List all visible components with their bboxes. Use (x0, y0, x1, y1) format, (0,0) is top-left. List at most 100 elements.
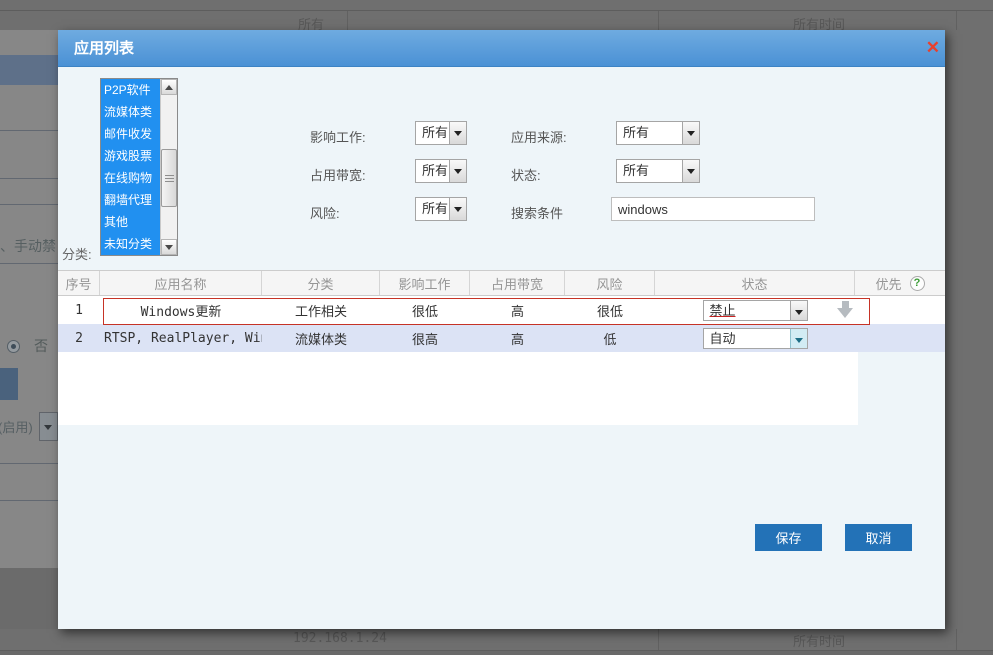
bandwidth-label: 占用带宽: (310, 165, 366, 184)
chevron-down-icon (449, 122, 466, 144)
select-value: 所有 (416, 198, 449, 220)
select-value: 所有 (416, 122, 449, 144)
cell-risk: 低 (565, 324, 655, 352)
risk-select[interactable]: 所有 (415, 197, 467, 221)
bandwidth-select[interactable]: 所有 (415, 159, 467, 183)
header-app-name: 应用名称 (100, 271, 262, 295)
source-select[interactable]: 所有 (616, 121, 700, 145)
bg-divider (0, 130, 58, 131)
chevron-down-icon (449, 160, 466, 182)
list-item[interactable]: 其他 (101, 211, 160, 233)
bg-ip-cell: 192.168.1.24 (293, 631, 387, 646)
bg-divider (0, 500, 58, 501)
cell-status: 自动 (655, 324, 855, 352)
priority-down-arrow-icon[interactable] (837, 301, 854, 319)
select-value: 禁止 (704, 301, 790, 320)
bg-divider (0, 204, 58, 205)
help-icon[interactable]: ? (910, 276, 925, 291)
cell-priority (855, 296, 945, 324)
bg-column-divider (956, 629, 957, 650)
chevron-down-icon (790, 329, 807, 348)
cancel-button[interactable]: 取消 (845, 524, 912, 551)
source-label: 应用来源: (511, 127, 567, 146)
cell-risk: 很低 (565, 296, 655, 324)
bg-column-divider (347, 11, 348, 30)
impact-label: 影响工作: (310, 127, 366, 146)
list-item[interactable]: 游戏股票 (101, 145, 160, 167)
search-input[interactable] (611, 197, 815, 221)
chevron-down-icon (682, 122, 699, 144)
status-label: 状态: (511, 165, 541, 184)
cell-impact: 很低 (380, 296, 470, 324)
grip-icon (165, 175, 174, 176)
grip-icon (165, 181, 174, 182)
cell-bandwidth: 高 (470, 324, 565, 352)
bg-divider (0, 10, 993, 11)
list-item[interactable]: 在线购物 (101, 167, 160, 189)
scrollbar-thumb[interactable] (161, 149, 177, 207)
select-value: 所有 (617, 160, 682, 182)
bg-dropdown-value: (启用) (0, 417, 40, 436)
app-list-dialog: 应用列表 ✕ 分类: P2P软件 流媒体类 邮件收发 游戏股票 在线购物 翻墙代… (58, 30, 945, 629)
chevron-down-icon (790, 301, 807, 320)
radio-button[interactable] (7, 340, 20, 353)
table-body-area (58, 352, 858, 425)
header-index: 序号 (58, 271, 100, 295)
cell-category: 工作相关 (262, 296, 380, 324)
bg-divider (0, 263, 58, 264)
chevron-down-icon (44, 425, 52, 430)
dialog-titlebar: 应用列表 ✕ (58, 30, 945, 67)
save-button[interactable]: 保存 (755, 524, 822, 551)
cell-bandwidth: 高 (470, 296, 565, 324)
cell-app-name: Windows更新 (100, 296, 262, 324)
chevron-down-icon (682, 160, 699, 182)
bg-button-fragment[interactable] (0, 368, 18, 400)
row-status-select[interactable]: 自动 (703, 328, 808, 349)
header-priority-label: 优先 (875, 274, 901, 293)
bg-time-cell: 所有时间 (793, 631, 845, 650)
scroll-down-button[interactable] (161, 239, 177, 255)
bg-left-panel (0, 30, 58, 568)
cell-impact: 很高 (380, 324, 470, 352)
cell-status: 禁止 (655, 296, 855, 324)
bg-divider (0, 463, 58, 464)
bg-column-divider (956, 11, 957, 30)
list-item[interactable]: 流媒体类 (101, 101, 160, 123)
arrow-stem (842, 301, 849, 308)
table-row[interactable]: 2 RTSP, RealPlayer, Wind… 流媒体类 很高 高 低 自动 (58, 324, 945, 352)
page: 所有 所有时间 、手动禁 否 (启用) 192.168.1.24 所有时间 应用… (0, 0, 993, 655)
bg-column-divider (658, 629, 659, 650)
list-item[interactable]: P2P软件 (101, 79, 160, 101)
scroll-up-button[interactable] (161, 79, 177, 95)
listbox-scrollbar[interactable] (160, 79, 177, 255)
cell-priority (855, 324, 945, 352)
cell-category: 流媒体类 (262, 324, 380, 352)
category-listbox[interactable]: P2P软件 流媒体类 邮件收发 游戏股票 在线购物 翻墙代理 其他 未知分类 (100, 78, 178, 256)
list-item[interactable]: 翻墙代理 (101, 189, 160, 211)
list-item[interactable]: 邮件收发 (101, 123, 160, 145)
header-risk: 风险 (565, 271, 655, 295)
arrow-head (837, 308, 853, 318)
bg-column-divider (658, 11, 659, 30)
header-priority: 优先 ? (855, 271, 945, 295)
table-header: 序号 应用名称 分类 影响工作 占用带宽 风险 状态 优先 ? (58, 270, 945, 296)
triangle-up-icon (165, 85, 173, 90)
impact-select[interactable]: 所有 (415, 121, 467, 145)
list-item[interactable]: 未知分类 (101, 233, 160, 255)
table-row[interactable]: 1 Windows更新 工作相关 很低 高 很低 禁止 (58, 296, 945, 324)
header-category: 分类 (262, 271, 380, 295)
status-select[interactable]: 所有 (616, 159, 700, 183)
search-label: 搜索条件 (511, 203, 563, 222)
select-value: 所有 (416, 160, 449, 182)
category-label: 分类: (62, 244, 92, 263)
triangle-down-icon (165, 245, 173, 250)
bg-divider (0, 178, 58, 179)
bg-radio-label: 否 (34, 336, 48, 356)
cell-app-name: RTSP, RealPlayer, Wind… (100, 324, 262, 352)
bg-dropdown-button[interactable] (39, 412, 58, 441)
dialog-title: 应用列表 (74, 30, 134, 67)
row-status-select[interactable]: 禁止 (703, 300, 808, 321)
chevron-down-icon (449, 198, 466, 220)
bg-header-bar (0, 55, 58, 85)
close-icon[interactable]: ✕ (926, 38, 940, 58)
